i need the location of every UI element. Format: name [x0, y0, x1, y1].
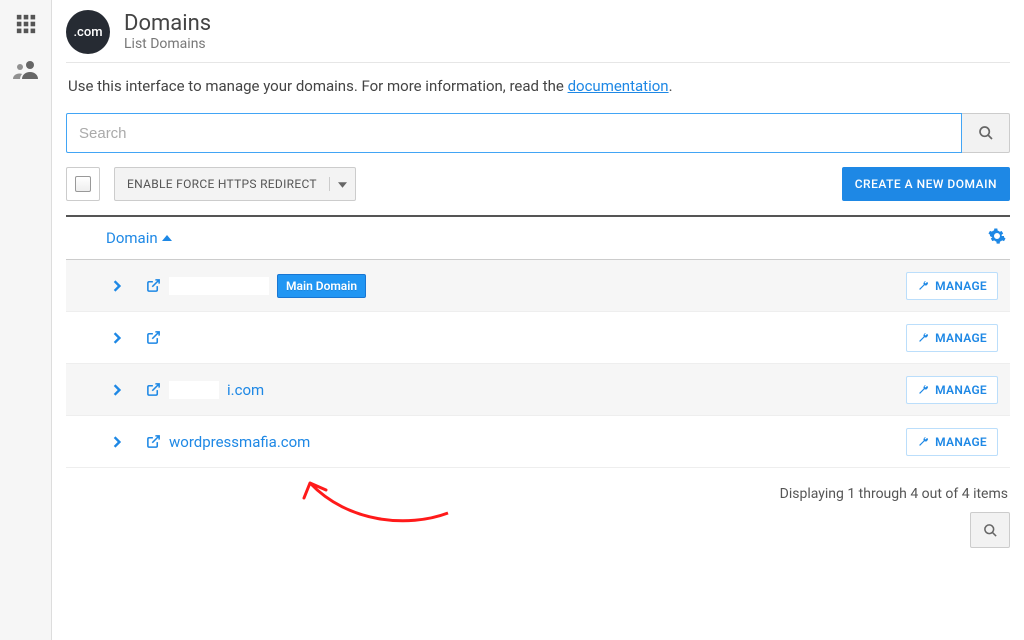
left-sidebar [0, 0, 52, 640]
search-input[interactable] [66, 113, 962, 153]
domain-name-obscured [169, 381, 219, 399]
external-link-icon[interactable] [146, 330, 161, 345]
search-button[interactable] [962, 113, 1010, 153]
expand-row-icon[interactable] [102, 436, 132, 448]
caret-down-icon[interactable] [329, 177, 347, 191]
table-row: wordpressmafia.com MANAGE [66, 416, 1010, 468]
table-row: MANAGE [66, 312, 1010, 364]
table-row: Main Domain MANAGE [66, 260, 1010, 312]
wrench-icon [917, 280, 929, 292]
manage-button[interactable]: MANAGE [906, 376, 998, 404]
documentation-link[interactable]: documentation [568, 77, 669, 95]
toolbar: ENABLE FORCE HTTPS REDIRECT CREATE A NEW… [66, 167, 1010, 201]
domain-name-obscured [169, 277, 269, 295]
page-title: Domains [124, 12, 211, 36]
external-link-icon[interactable] [146, 278, 161, 293]
domain-name-obscured [169, 329, 239, 347]
wrench-icon [917, 332, 929, 344]
apps-grid-icon[interactable] [12, 10, 40, 38]
page-header: .com Domains List Domains [66, 0, 1010, 63]
expand-row-icon[interactable] [102, 280, 132, 292]
table-settings-icon[interactable] [988, 227, 1006, 249]
table-row: i.com MANAGE [66, 364, 1010, 416]
table-header: Domain [66, 215, 1010, 260]
manage-button[interactable]: MANAGE [906, 428, 998, 456]
main-domain-badge: Main Domain [277, 274, 366, 298]
expand-row-icon[interactable] [102, 332, 132, 344]
users-icon[interactable] [12, 56, 40, 84]
page-subtitle: List Domains [124, 36, 211, 52]
intro-text: Use this interface to manage your domain… [68, 77, 1008, 95]
force-https-button[interactable]: ENABLE FORCE HTTPS REDIRECT [114, 167, 356, 201]
expand-row-icon[interactable] [102, 384, 132, 396]
wrench-icon [917, 384, 929, 396]
select-all-checkbox[interactable] [66, 167, 100, 201]
external-link-icon[interactable] [146, 382, 161, 397]
footer-search-button[interactable] [970, 512, 1010, 548]
sort-asc-icon [162, 234, 172, 242]
manage-button[interactable]: MANAGE [906, 272, 998, 300]
pagination-summary: Displaying 1 through 4 out of 4 items [66, 468, 1010, 502]
external-link-icon[interactable] [146, 434, 161, 449]
sort-domain-column[interactable]: Domain [106, 229, 172, 247]
create-domain-button[interactable]: CREATE A NEW DOMAIN [842, 167, 1010, 201]
wrench-icon [917, 436, 929, 448]
domain-rows: Main Domain MANAGE MANAGE [66, 260, 1010, 468]
main-content: .com Domains List Domains Use this inter… [52, 0, 1024, 640]
domain-link[interactable]: i.com [227, 381, 264, 399]
manage-button[interactable]: MANAGE [906, 324, 998, 352]
search-bar [66, 113, 1010, 153]
domains-logo: .com [66, 10, 110, 54]
domain-link[interactable]: wordpressmafia.com [169, 433, 310, 451]
